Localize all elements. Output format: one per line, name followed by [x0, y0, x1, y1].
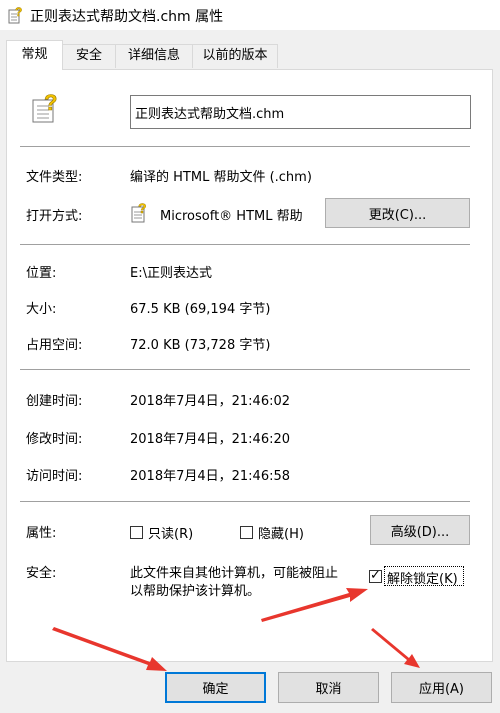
open-with-value: Microsoft® HTML 帮助 — [160, 209, 303, 224]
hidden-label[interactable]: 隐藏(H) — [258, 523, 304, 542]
checkmark-icon: ✓ — [370, 568, 381, 583]
chm-file-icon: ? — [8, 6, 23, 24]
svg-text:?: ? — [15, 6, 22, 19]
window-title: 正则表达式帮助文档.chm 属性 — [30, 9, 224, 25]
size-label: 大小: — [26, 302, 57, 317]
created-value: 2018年7月4日，21:46:02 — [130, 394, 291, 409]
title-bar: ? 正则表达式帮助文档.chm 属性 — [0, 0, 500, 30]
tab-previous-versions[interactable]: 以前的版本 — [192, 44, 278, 68]
tab-strip: 常规 安全 详细信息 以前的版本 — [0, 30, 500, 70]
modified-value: 2018年7月4日，21:46:20 — [130, 432, 291, 447]
unblock-checkbox[interactable]: ✓ — [369, 568, 382, 583]
unblock-label[interactable]: 解除锁定(K) — [387, 568, 458, 587]
location-value: E:\正则表达式 — [130, 266, 212, 281]
attributes-label: 属性: — [26, 526, 57, 541]
separator — [20, 369, 470, 370]
tab-label: 常规 — [21, 47, 48, 62]
svg-text:?: ? — [44, 90, 57, 115]
accessed-value: 2018年7月4日，21:46:58 — [130, 469, 291, 484]
tab-security[interactable]: 安全 — [62, 44, 116, 68]
readonly-checkbox[interactable] — [130, 526, 143, 539]
separator — [20, 501, 470, 502]
open-with-label: 打开方式: — [26, 209, 83, 224]
security-label: 安全: — [26, 566, 57, 581]
file-name-input[interactable] — [130, 95, 471, 129]
tab-label: 安全 — [75, 48, 102, 63]
file-type-value: 编译的 HTML 帮助文件 (.chm) — [130, 170, 312, 185]
security-text-line1: 此文件来自其他计算机，可能被阻止 — [130, 566, 339, 581]
readonly-label[interactable]: 只读(R) — [148, 523, 193, 542]
html-help-app-icon: ? — [131, 201, 147, 223]
tab-details[interactable]: 详细信息 — [115, 44, 193, 68]
apply-button[interactable]: 应用(A) — [391, 672, 492, 703]
chm-large-file-icon: ? — [32, 90, 58, 123]
tab-general[interactable]: 常规 — [6, 40, 63, 70]
change-button[interactable]: 更改(C)... — [325, 198, 470, 228]
hidden-checkbox[interactable] — [240, 526, 253, 539]
file-type-label: 文件类型: — [26, 170, 83, 185]
tab-label: 详细信息 — [127, 48, 180, 63]
advanced-button[interactable]: 高级(D)... — [370, 515, 470, 545]
separator — [20, 146, 470, 147]
size-value: 67.5 KB (69,194 字节) — [130, 302, 271, 317]
cancel-button[interactable]: 取消 — [278, 672, 379, 703]
accessed-label: 访问时间: — [26, 469, 83, 484]
tab-label: 以前的版本 — [202, 48, 268, 63]
svg-text:?: ? — [138, 201, 147, 216]
disk-size-label: 占用空间: — [26, 338, 83, 353]
disk-size-value: 72.0 KB (73,728 字节) — [130, 338, 271, 353]
created-label: 创建时间: — [26, 394, 83, 409]
separator — [20, 244, 470, 245]
modified-label: 修改时间: — [26, 432, 83, 447]
ok-button[interactable]: 确定 — [165, 672, 266, 703]
security-text-line2: 以帮助保护该计算机。 — [130, 584, 261, 599]
location-label: 位置: — [26, 266, 57, 281]
